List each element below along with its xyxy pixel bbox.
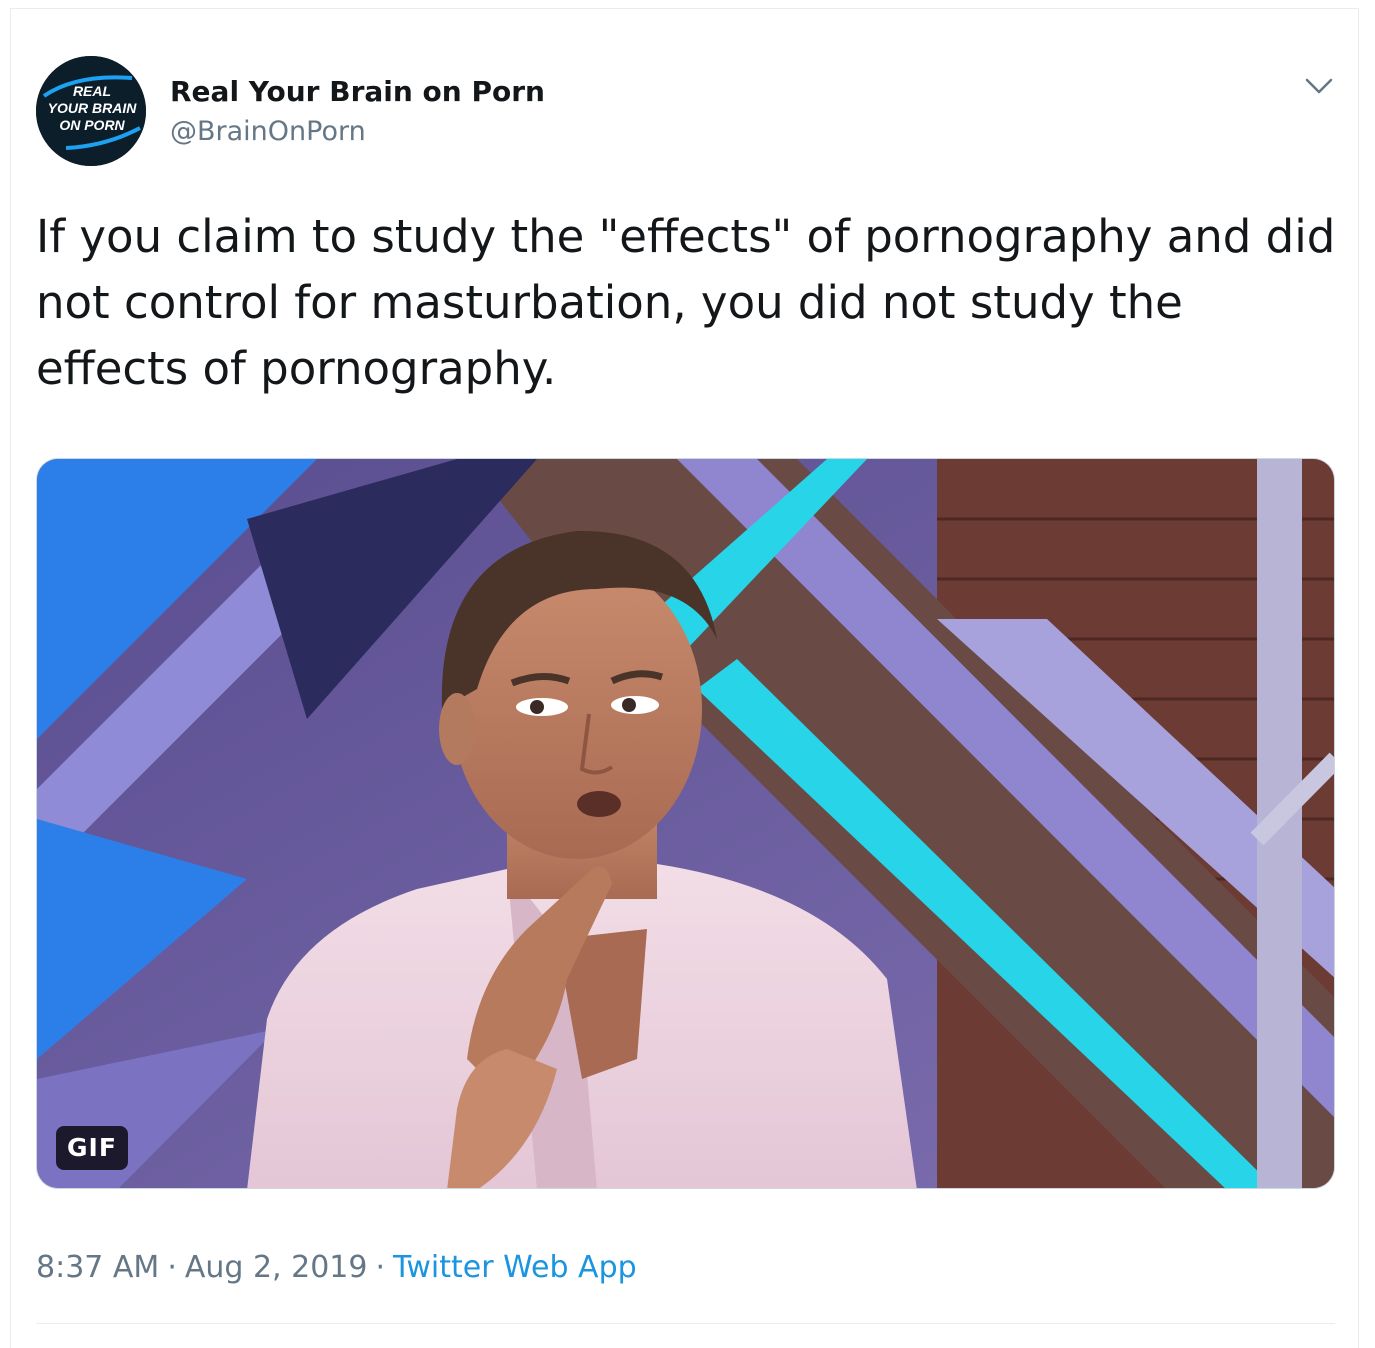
tweet-date[interactable]: Aug 2, 2019 — [185, 1250, 368, 1285]
meta-separator: · — [167, 1250, 177, 1285]
meta-separator: · — [375, 1250, 386, 1285]
tweet-media-gif[interactable] — [36, 458, 1335, 1189]
avatar-logo-text: REAL — [73, 83, 111, 99]
chevron-down-icon[interactable] — [1302, 72, 1336, 100]
tweet-source-link[interactable]: Twitter Web App — [393, 1250, 637, 1285]
avatar-logo-text: YOUR BRAIN — [48, 100, 138, 116]
author-display-name[interactable]: Real Your Brain on Porn — [170, 74, 545, 110]
tweet-time[interactable]: 8:37 AM — [36, 1250, 159, 1285]
avatar[interactable]: REAL YOUR BRAIN ON PORN — [36, 56, 146, 166]
tweet-metadata: 8:37 AM · Aug 2, 2019 · Twitter Web App — [36, 1250, 637, 1285]
avatar-logo-text: ON PORN — [59, 117, 125, 133]
gif-image — [37, 459, 1334, 1188]
tweet-text: If you claim to study the "effects" of p… — [36, 210, 1336, 395]
gif-badge: GIF — [56, 1126, 128, 1170]
avatar-logo: REAL YOUR BRAIN ON PORN — [36, 56, 146, 166]
divider — [36, 1323, 1335, 1324]
author-handle[interactable]: @BrainOnPorn — [170, 112, 545, 152]
tweet-author: Real Your Brain on Porn @BrainOnPorn — [170, 74, 545, 152]
